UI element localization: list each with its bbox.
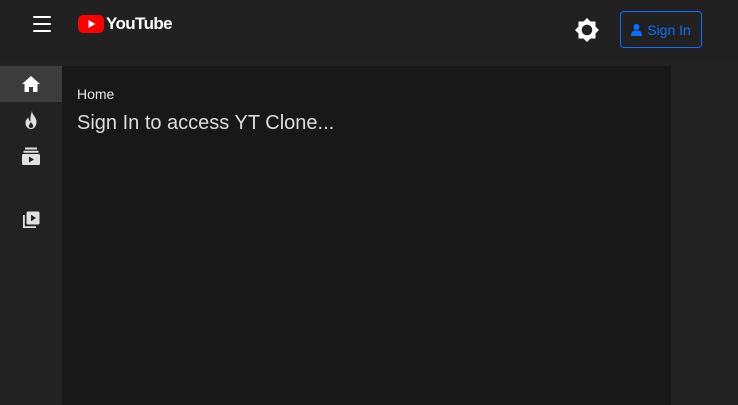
sidebar-item-library[interactable] <box>0 202 62 238</box>
sign-in-label: Sign In <box>647 21 691 38</box>
breadcrumb: Home <box>77 86 115 102</box>
hamburger-menu-icon[interactable] <box>33 16 53 32</box>
sidebar-item-home[interactable] <box>0 66 62 102</box>
sidebar <box>0 66 62 405</box>
fire-icon <box>25 111 37 129</box>
app-window: YouTube Sign In Home Sign In to access Y… <box>0 0 738 405</box>
youtube-logo[interactable]: YouTube <box>78 14 173 34</box>
sign-in-message: Sign In to access YT Clone... <box>77 112 335 134</box>
user-icon <box>631 23 643 36</box>
top-header: YouTube Sign In <box>0 0 738 60</box>
logo-text: YouTube <box>106 14 173 33</box>
menu-bar <box>33 30 51 32</box>
library-icon <box>23 211 40 228</box>
menu-bar <box>33 23 51 25</box>
youtube-play-icon <box>78 15 104 33</box>
sidebar-item-trending[interactable] <box>0 102 62 138</box>
sun-icon[interactable] <box>574 17 600 43</box>
sidebar-item-subscriptions[interactable] <box>0 138 62 174</box>
menu-bar <box>33 16 51 18</box>
sign-in-button[interactable]: Sign In <box>620 11 702 48</box>
subscriptions-icon <box>22 147 40 165</box>
main-content: Home Sign In to access YT Clone... <box>62 66 671 405</box>
right-gutter <box>671 66 738 405</box>
home-icon <box>22 76 40 92</box>
